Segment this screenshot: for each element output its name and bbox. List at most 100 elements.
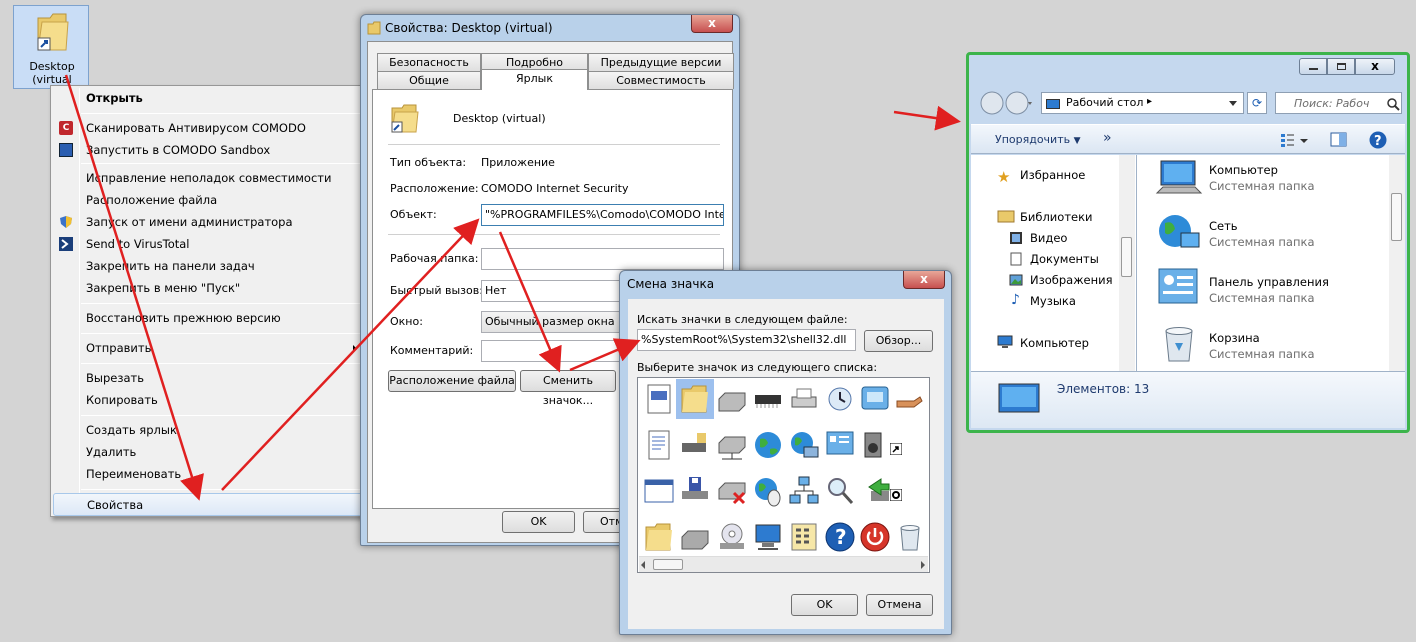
- drive-icon: [681, 530, 709, 550]
- menu-item-pin-start[interactable]: Закрепить в меню "Пуск": [53, 277, 363, 299]
- favorites-icon: ★: [997, 168, 1011, 186]
- close-button[interactable]: x: [1355, 58, 1395, 75]
- browse-button[interactable]: Обзор...: [864, 330, 933, 352]
- comment-label: Комментарий:: [390, 344, 474, 357]
- view-options-icon[interactable]: [1280, 132, 1310, 148]
- document-icon: [648, 430, 670, 460]
- workdir-input[interactable]: [481, 248, 724, 270]
- ok-button[interactable]: OK: [502, 511, 575, 533]
- refresh-icon[interactable]: ⟳: [1247, 92, 1267, 114]
- hand-share-icon: [896, 396, 923, 408]
- close-button[interactable]: x: [903, 271, 945, 289]
- shortcut-overlay-icon: [890, 443, 902, 455]
- dialog-title: Смена значка: [627, 277, 715, 291]
- nav-music[interactable]: Музыка: [1030, 294, 1076, 308]
- svg-text:?: ?: [1374, 134, 1382, 149]
- globe-icon: [755, 432, 781, 458]
- tab-compatibility[interactable]: Совместимость: [588, 71, 734, 89]
- icon-list[interactable]: ?: [637, 377, 930, 573]
- ok-button[interactable]: OK: [791, 594, 858, 616]
- menu-item-run-as-admin[interactable]: Запуск от имени администратора: [53, 211, 363, 233]
- menu-item-rename[interactable]: Переименовать: [53, 463, 363, 485]
- computer-icon: [1155, 160, 1203, 194]
- shortcut-name: Desktop (virtual): [453, 112, 546, 125]
- menu-item-pin-taskbar[interactable]: Закрепить на панели задач: [53, 255, 363, 277]
- item-name[interactable]: Компьютер: [1209, 163, 1278, 177]
- shutdown-icon: [860, 522, 890, 552]
- menu-item-copy[interactable]: Копировать: [53, 389, 363, 411]
- content-scrollbar[interactable]: [1389, 155, 1405, 371]
- tab-previous-versions[interactable]: Предыдущие версии: [588, 53, 734, 71]
- clock-icon: [828, 387, 852, 411]
- tab-general[interactable]: Общие: [377, 71, 481, 89]
- menu-item-restore-version[interactable]: Восстановить прежнюю версию: [53, 307, 363, 329]
- more-commands[interactable]: »: [1103, 130, 1112, 146]
- nav-documents[interactable]: Документы: [1030, 252, 1099, 266]
- menu-item-virustotal[interactable]: Send to VirusTotal: [53, 233, 363, 255]
- menu-item-troubleshoot[interactable]: Исправление неполадок совместимости: [53, 167, 363, 189]
- open-file-location-button[interactable]: Расположение файла: [388, 370, 516, 392]
- nav-computer[interactable]: Компьютер: [1020, 336, 1089, 350]
- folder-icon: [645, 523, 672, 551]
- network-icon: [1159, 215, 1200, 248]
- window-file-icon: [647, 384, 671, 414]
- address-bar[interactable]: Рабочий стол ▸: [1041, 92, 1244, 114]
- scroll-left-icon[interactable]: [641, 561, 645, 569]
- target-input[interactable]: "%PROGRAMFILES%\Comodo\COMODO Interne: [481, 204, 724, 226]
- folder-icon: [681, 385, 708, 413]
- location-label: Расположение:: [390, 182, 479, 195]
- menu-item-delete[interactable]: Удалить: [53, 441, 363, 463]
- cancel-button[interactable]: Отмена: [866, 594, 933, 616]
- help-icon[interactable]: ?: [1368, 130, 1388, 150]
- scroll-thumb[interactable]: [653, 559, 683, 570]
- workdir-label: Рабочая папка:: [390, 252, 479, 265]
- menu-item-properties[interactable]: Свойства: [53, 493, 363, 516]
- maximize-button[interactable]: [1327, 58, 1355, 75]
- item-name[interactable]: Панель управления: [1209, 275, 1329, 289]
- nav-scrollbar[interactable]: [1119, 155, 1135, 371]
- scroll-right-icon[interactable]: [921, 561, 925, 569]
- back-forward-icon[interactable]: [979, 90, 1035, 116]
- search-magnifier-icon: [828, 478, 854, 505]
- content-scroll-thumb[interactable]: [1391, 193, 1402, 241]
- menu-item-file-location[interactable]: Расположение файла: [53, 189, 363, 211]
- menu-item-cut[interactable]: Вырезать: [53, 367, 363, 389]
- menu-item-comodo-scan[interactable]: C Сканировать Антивирусом COMODO: [53, 117, 363, 139]
- desktop-shortcut-icon[interactable]: Desktop (virtual: [13, 5, 89, 89]
- menu-item-create-shortcut[interactable]: Создать ярлык: [53, 419, 363, 441]
- window-label: Окно:: [390, 315, 423, 328]
- overlay-target-icon: [890, 489, 902, 501]
- menu-item-open[interactable]: Открыть: [53, 87, 363, 109]
- tab-security[interactable]: Безопасность: [377, 53, 481, 71]
- computer-icon: [997, 335, 1013, 348]
- floppy-drive-icon: [682, 477, 708, 499]
- icon-file-input[interactable]: %SystemRoot%\System32\shell32.dll: [637, 329, 856, 351]
- item-name[interactable]: Корзина: [1209, 331, 1260, 345]
- nav-scroll-thumb[interactable]: [1121, 237, 1132, 277]
- nav-images[interactable]: Изображения: [1030, 273, 1113, 287]
- menu-item-send-to[interactable]: Отправить: [53, 337, 363, 359]
- control-panel-icon: [1158, 268, 1198, 304]
- navigation-pane: ★ Избранное Библиотеки Видео Документы И…: [971, 155, 1137, 371]
- horizontal-scrollbar[interactable]: [639, 556, 928, 572]
- tab-shortcut[interactable]: Ярлык: [481, 69, 588, 90]
- content-pane: Компьютер Системная папка Сеть Системная…: [1137, 155, 1389, 371]
- search-icon[interactable]: [1386, 97, 1400, 111]
- minimize-button[interactable]: [1299, 58, 1327, 75]
- target-label: Объект:: [390, 208, 437, 221]
- nav-libraries[interactable]: Библиотеки: [1020, 210, 1093, 224]
- item-name[interactable]: Сеть: [1209, 219, 1238, 233]
- change-icon-dialog: Смена значка x Искать значки в следующем…: [619, 270, 952, 635]
- change-icon-button[interactable]: Сменить значок...: [520, 370, 616, 407]
- explorer-window: x Рабочий стол ▸ ⟳ Поиск: Рабоч Упорядоч…: [966, 52, 1410, 433]
- type-label: Тип объекта:: [390, 156, 467, 169]
- search-box[interactable]: Поиск: Рабоч: [1275, 92, 1402, 114]
- preview-pane-icon[interactable]: [1330, 132, 1348, 148]
- address-chevron-icon[interactable]: ▸: [1147, 96, 1152, 107]
- nav-favorites[interactable]: Избранное: [1020, 168, 1085, 182]
- menu-item-comodo-sandbox[interactable]: Запустить в COMODO Sandbox: [53, 139, 363, 161]
- nav-video[interactable]: Видео: [1030, 231, 1067, 245]
- close-button[interactable]: x: [691, 15, 733, 33]
- address-dropdown-icon[interactable]: [1229, 101, 1237, 106]
- organize-menu[interactable]: Упорядочить ▼: [995, 133, 1081, 146]
